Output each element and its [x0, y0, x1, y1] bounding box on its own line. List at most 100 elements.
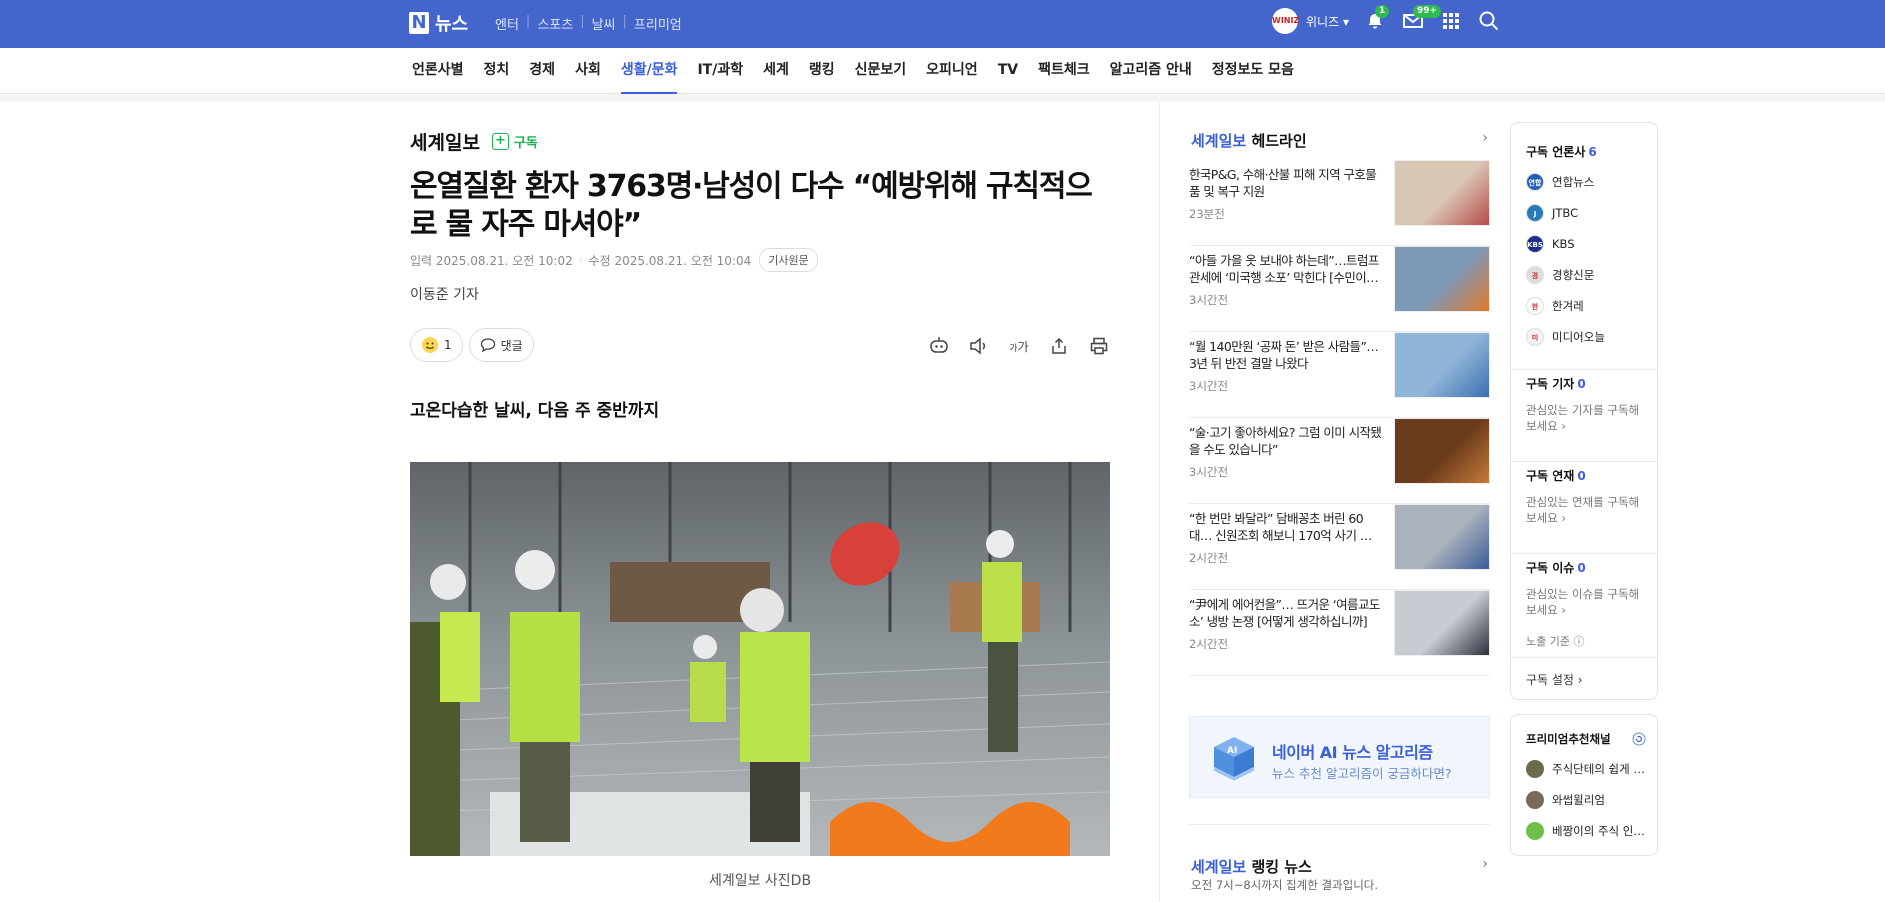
mail-button[interactable]: 99+	[1402, 5, 1442, 31]
tts-button[interactable]	[968, 335, 990, 357]
share-button[interactable]	[1048, 335, 1070, 357]
subscribed-press-title: 구독 언론사 6	[1526, 145, 1597, 159]
nav-tab[interactable]: 생활/문화	[620, 48, 678, 94]
top-menu-weather[interactable]: 날씨	[592, 14, 616, 33]
headline-title-suffix: 헤드라인	[1251, 132, 1307, 150]
subscription-card: 구독 언론사 6 연합 연합뉴스 J JTBC KBS KBS 경 경향신문 한 한겨레 미 미디어오늘…	[1510, 122, 1658, 700]
exposure-criteria-link[interactable]: 노출 기준 ⓘ	[1526, 634, 1644, 650]
subscribed-reporter-title: 구독 기자 0	[1526, 377, 1586, 391]
premium-channel-item[interactable]: 베짱이의 주식 인…	[1526, 815, 1645, 846]
press-name: 연합뉴스	[1552, 174, 1595, 189]
subscription-settings-button[interactable]: 구독 설정 ›	[1526, 671, 1583, 688]
chevron-right-icon[interactable]: ›	[1482, 856, 1488, 872]
nav-tab[interactable]: 신문보기	[855, 48, 907, 94]
subscribed-press-item[interactable]: 연합 연합뉴스	[1526, 166, 1605, 197]
notification-badge: 1	[1374, 5, 1390, 18]
subscribe-button[interactable]: + 구독	[491, 132, 538, 151]
nav-tab[interactable]: 사회	[575, 48, 601, 94]
refresh-icon[interactable]	[1632, 732, 1646, 746]
font-size-button[interactable]: 가가	[1008, 335, 1030, 357]
subscribed-series-section[interactable]: 구독 연재 0 관심있는 연재를 구독해보세요 ›	[1526, 467, 1644, 526]
nav-tab[interactable]: 알고리즘 안내	[1110, 48, 1192, 94]
reaction-count: 1	[444, 338, 452, 352]
subscribed-press-item[interactable]: 경 경향신문	[1526, 259, 1605, 290]
press-logo-icon: J	[1526, 203, 1544, 222]
subscribed-reporter-desc: 관심있는 기자를 구독해보세요 ›	[1526, 403, 1640, 433]
share-icon	[1052, 337, 1066, 354]
ranking-section-title[interactable]: 세계일보 랭킹 뉴스	[1191, 856, 1312, 877]
user-name-dropdown[interactable]: 위니즈 ▾	[1306, 13, 1349, 30]
top-bar: N 뉴스 엔터 | 스포츠 | 날씨 | 프리미엄 WINIZ 위니즈 ▾ 1 …	[0, 0, 1885, 48]
chevron-right-icon[interactable]: ›	[1482, 130, 1488, 146]
press-logo-icon: KBS	[1526, 234, 1544, 253]
premium-channel-item[interactable]: 주식단테의 쉽게 …	[1526, 753, 1645, 784]
ai-banner-title: 네이버 AI 뉴스 알고리즘	[1272, 743, 1433, 762]
headline-text: “술·고기 좋아하세요? 그럼 이미 시작됐을 수도 있습니다”	[1189, 425, 1382, 457]
nav-tab[interactable]: IT/과학	[697, 48, 743, 94]
search-button[interactable]	[1479, 11, 1499, 31]
info-icon: ⓘ	[1573, 635, 1585, 648]
headline-text: “월 140만원 ‘공짜 돈’ 받은 사람들”…3년 뒤 반전 결말 나왔다	[1189, 339, 1379, 371]
notification-button[interactable]: 1	[1365, 5, 1390, 31]
headline-time: 3시간전	[1189, 465, 1229, 479]
reporter-name[interactable]: 이동준 기자	[410, 284, 479, 304]
menu-divider: |	[525, 14, 531, 29]
press-header: 세계일보 + 구독	[410, 128, 538, 155]
top-menu-entertainment[interactable]: 엔터	[495, 14, 519, 33]
print-button[interactable]	[1088, 335, 1110, 357]
nav-tab[interactable]: 랭킹	[809, 48, 835, 94]
headline-item[interactable]: “아들 가을 옷 보내야 하는데”…트럼프 관세에 ‘미국행 소포’ 막힌다 […	[1189, 246, 1490, 332]
subscribed-press-item[interactable]: J JTBC	[1526, 197, 1605, 228]
press-logo[interactable]: 세계일보	[410, 128, 480, 155]
subscribed-series-desc: 관심있는 연재를 구독해보세요 ›	[1526, 495, 1640, 525]
date-divider: ·	[578, 253, 583, 267]
news-logo-text: 뉴스	[435, 14, 469, 35]
column-divider	[1159, 102, 1160, 902]
article-title: 온열질환 환자 3763명·남성이 다수 “예방위해 규칙적으로 물 자주 마셔…	[410, 169, 1093, 242]
press-name: 한겨레	[1552, 298, 1584, 313]
user-avatar[interactable]: WINIZ	[1272, 8, 1299, 34]
headline-item[interactable]: “월 140만원 ‘공짜 돈’ 받은 사람들”…3년 뒤 반전 결말 나왔다 3시…	[1189, 332, 1490, 418]
nav-tab[interactable]: 팩트체크	[1038, 48, 1090, 94]
nav-tab[interactable]: 세계	[763, 48, 789, 94]
subscribed-issue-section[interactable]: 구독 이슈 0 관심있는 이슈를 구독해보세요 › 노출 기준 ⓘ	[1526, 559, 1644, 650]
headline-text: “아들 가을 옷 보내야 하는데”…트럼프 관세에 ‘미국행 소포’ 막힌다 […	[1189, 253, 1379, 285]
nav-tab[interactable]: 오피니언	[926, 48, 978, 94]
article-subheading: 고온다습한 날씨, 다음 주 중반까지	[410, 401, 660, 421]
nav-tab[interactable]: 정치	[484, 48, 510, 94]
headline-thumbnail	[1394, 418, 1490, 484]
comment-button[interactable]: 댓글	[468, 328, 534, 362]
ai-algorithm-banner[interactable]: AI 네이버 AI 뉴스 알고리즘 뉴스 추천 알고리즘이 궁금하다면?	[1189, 716, 1490, 798]
nav-tab[interactable]: 언론사별	[412, 48, 464, 94]
subscribed-issue-title: 구독 이슈 0	[1526, 561, 1586, 575]
premium-title: 프리미엄추천채널	[1526, 732, 1611, 746]
headline-item[interactable]: “尹에게 에어컨을”… 뜨거운 ‘여름교도소’ 냉방 논쟁 [어떻게 생각하십니…	[1189, 590, 1490, 676]
headline-item[interactable]: “술·고기 좋아하세요? 그럼 이미 시작됐을 수도 있습니다” 3시간전	[1189, 418, 1490, 504]
apps-button[interactable]	[1441, 11, 1461, 31]
original-article-button[interactable]: 기사원문	[759, 248, 818, 272]
premium-channel-list: 주식단테의 쉽게 … 와썹윌리엄 베짱이의 주식 인…	[1526, 753, 1645, 846]
headline-text: 한국P&G, 수해·산불 피해 지역 구호물품 및 복구 지원	[1189, 167, 1377, 199]
subscribed-press-item[interactable]: 한 한겨레	[1526, 290, 1605, 321]
summary-bot-button[interactable]	[928, 335, 950, 357]
nav-tab[interactable]: TV	[998, 48, 1018, 94]
article-photo[interactable]	[410, 462, 1110, 856]
headline-item[interactable]: “한 번만 봐달라” 담배꽁초 버린 60대… 신원조회 해보니 170억 사기…	[1189, 504, 1490, 590]
subscribed-reporter-section[interactable]: 구독 기자 0 관심있는 기자를 구독해보세요 ›	[1526, 375, 1644, 434]
press-name: 경향신문	[1552, 267, 1595, 282]
subscribed-press-count: 6	[1588, 145, 1597, 159]
headline-item[interactable]: 한국P&G, 수해·산불 피해 지역 구호물품 및 복구 지원 23분전	[1189, 160, 1490, 246]
naver-news-logo[interactable]: N 뉴스	[409, 10, 468, 36]
nav-tab[interactable]: 정정보도 모음	[1212, 48, 1294, 94]
top-menu-premium[interactable]: 프리미엄	[634, 14, 682, 33]
premium-channel-item[interactable]: 와썹윌리엄	[1526, 784, 1645, 815]
nav-tab[interactable]: 경제	[529, 48, 555, 94]
grid-icon	[1442, 13, 1459, 29]
top-menu-sports[interactable]: 스포츠	[537, 14, 573, 33]
article-tools: 가가	[910, 335, 1110, 357]
search-icon	[1479, 11, 1499, 31]
reaction-button[interactable]: 1	[410, 328, 463, 362]
subscribed-press-item[interactable]: 미 미디어오늘	[1526, 321, 1605, 352]
headline-section-title[interactable]: 세계일보 헤드라인	[1191, 130, 1307, 151]
subscribed-press-item[interactable]: KBS KBS	[1526, 228, 1605, 259]
